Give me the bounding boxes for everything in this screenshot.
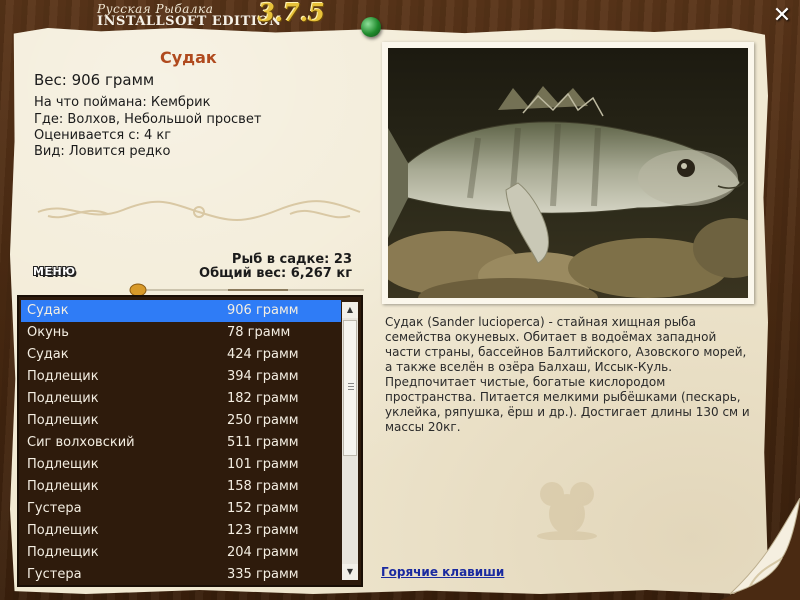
catch-item-name: Подлещик	[27, 479, 99, 494]
fish-bait: На что поймана: Кембрик	[34, 95, 211, 110]
catch-list-item[interactable]: Подлещик 123 грамм	[21, 520, 341, 542]
catch-item-name: Подлещик	[27, 457, 99, 472]
scroll-down-icon[interactable]: ▼	[342, 564, 358, 580]
catch-item-name: Подлещик	[27, 413, 99, 428]
catch-item-weight: 158 грамм	[227, 479, 299, 494]
fish-name: Судак	[160, 48, 217, 67]
catch-list-item[interactable]: Подлещик 182 грамм	[21, 388, 341, 410]
fish-location: Где: Волхов, Небольшой просвет	[34, 112, 262, 127]
fish-count: Рыб в садке: 23	[231, 252, 352, 267]
catch-list-item[interactable]: Густера 335 грамм	[21, 564, 341, 585]
pin-icon	[361, 17, 381, 37]
catch-item-weight: 152 грамм	[227, 501, 299, 516]
catch-list-item[interactable]: Густера 152 грамм	[21, 498, 341, 520]
catch-list-item[interactable]: Подлещик 101 грамм	[21, 454, 341, 476]
fish-description: Судак (Sander lucioperca) - стайная хищн…	[385, 315, 750, 434]
catch-item-name: Судак	[27, 347, 69, 362]
catch-item-weight: 511 грамм	[227, 435, 299, 450]
catch-item-weight: 394 грамм	[227, 369, 299, 384]
catch-list-item[interactable]: Подлещик 158 грамм	[21, 476, 341, 498]
ornament-divider	[37, 200, 361, 221]
mouse-icon	[537, 482, 597, 540]
catch-item-weight: 182 грамм	[227, 391, 299, 406]
fish-value: Оценивается с: 4 кг	[34, 128, 172, 143]
catch-list-item[interactable]: Подлещик 394 грамм	[21, 366, 341, 388]
page-curl	[720, 498, 800, 600]
catch-item-name: Подлещик	[27, 369, 99, 384]
catch-item-name: Сиг волховский	[27, 435, 135, 450]
catch-list-item[interactable]: Подлещик 250 грамм	[21, 410, 341, 432]
catch-item-name: Окунь	[27, 325, 69, 340]
catch-item-weight: 335 грамм	[227, 567, 299, 582]
catch-list: Судак 906 грамм Окунь 78 грамм Судак 424 грам…	[17, 295, 363, 587]
catch-item-weight: 123 грамм	[227, 523, 299, 538]
catch-item-name: Подлещик	[27, 523, 99, 538]
catch-item-name: Судак	[27, 303, 69, 318]
close-icon[interactable]: ✕	[770, 4, 794, 28]
scrollbar-grip	[348, 383, 354, 391]
catch-item-weight: 101 грамм	[227, 457, 299, 472]
fish-weight: Вес: 906 грамм	[34, 71, 155, 89]
catch-list-item[interactable]: Судак 906 грамм	[21, 300, 341, 322]
catch-item-weight: 424 грамм	[227, 347, 299, 362]
catch-item-weight: 250 грамм	[227, 413, 299, 428]
catch-item-weight: 906 грамм	[227, 303, 299, 318]
menu-button[interactable]: МЕНЮ	[33, 265, 76, 278]
fish-rarity: Вид: Ловится редко	[34, 144, 171, 159]
scroll-up-icon[interactable]: ▲	[342, 302, 358, 318]
catch-item-weight: 78 грамм	[227, 325, 291, 340]
catch-list-rows: Судак 906 грамм Окунь 78 грамм Судак 424 грам…	[21, 300, 341, 585]
catch-item-name: Густера	[27, 501, 82, 516]
hotkeys-link[interactable]: Горячие клавиши	[381, 565, 504, 579]
catch-item-name: Густера	[27, 567, 82, 582]
catch-list-item[interactable]: Судак 424 грамм	[21, 344, 341, 366]
total-weight: Общий вес: 6,267 кг	[199, 266, 352, 281]
scrollbar-thumb[interactable]	[343, 320, 357, 456]
catch-list-item[interactable]: Окунь 78 грамм	[21, 322, 341, 344]
catch-list-scrollbar[interactable]: ▲ ▼	[342, 302, 358, 580]
catch-item-weight: 204 грамм	[227, 545, 299, 560]
app-title-bottom: INSTALLSOFT EDITION	[97, 14, 282, 29]
catch-item-name: Подлещик	[27, 391, 99, 406]
catch-list-item[interactable]: Сиг волховский 511 грамм	[21, 432, 341, 454]
app-version: 3.7.5	[258, 0, 325, 27]
catch-item-name: Подлещик	[27, 545, 99, 560]
catch-list-item[interactable]: Подлещик 204 грамм	[21, 542, 341, 564]
fish-photo	[382, 42, 754, 304]
